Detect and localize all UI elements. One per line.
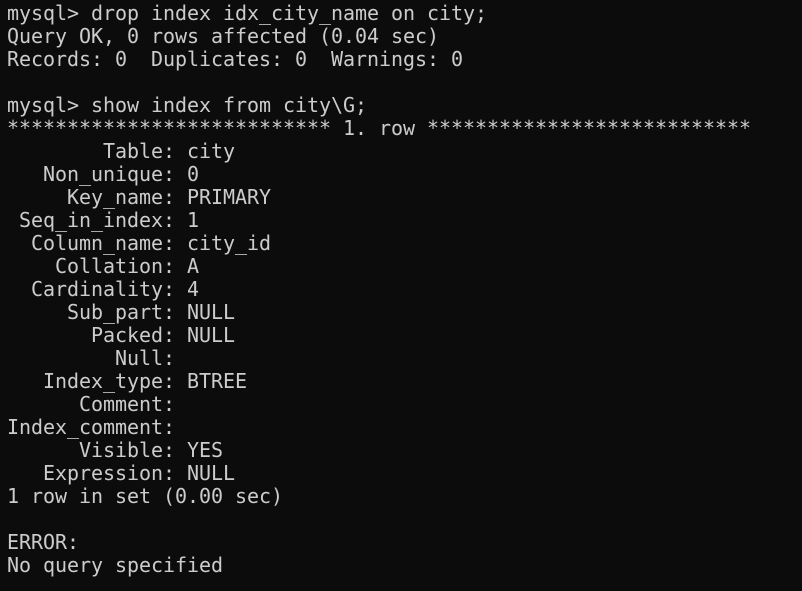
field-null: Null: xyxy=(7,346,188,370)
field-comment: Comment: xyxy=(7,392,188,416)
field-collation: Collation: A xyxy=(7,254,200,278)
field-cardinality: Cardinality: 4 xyxy=(7,277,200,301)
query-ok-line: Query OK, 0 rows affected (0.04 sec) xyxy=(7,24,440,48)
field-index-type: Index_type: BTREE xyxy=(7,369,248,393)
row-separator-line: *************************** 1. row *****… xyxy=(7,116,752,140)
records-line: Records: 0 Duplicates: 0 Warnings: 0 xyxy=(7,47,464,71)
field-expression: Expression: NULL xyxy=(7,461,236,485)
error-label-line: ERROR: xyxy=(7,530,80,554)
command-line-show-index: mysql> show index from city\G; xyxy=(7,93,368,117)
field-key-name: Key_name: PRIMARY xyxy=(7,185,272,209)
rows-in-set-line: 1 row in set (0.00 sec) xyxy=(7,484,284,508)
field-non-unique: Non_unique: 0 xyxy=(7,162,200,186)
field-column-name: Column_name: city_id xyxy=(7,231,272,255)
field-index-comment: Index_comment: xyxy=(7,415,188,439)
field-packed: Packed: NULL xyxy=(7,323,236,347)
command-line-drop-index: mysql> drop index idx_city_name on city; xyxy=(7,2,488,25)
field-sub-part: Sub_part: NULL xyxy=(7,300,236,324)
field-visible: Visible: YES xyxy=(7,438,224,462)
field-seq-in-index: Seq_in_index: 1 xyxy=(7,208,200,232)
error-message-line: No query specified xyxy=(7,553,224,577)
terminal-output[interactable]: mysql> drop index idx_city_name on city;… xyxy=(7,2,797,588)
field-table: Table: city xyxy=(7,139,236,163)
